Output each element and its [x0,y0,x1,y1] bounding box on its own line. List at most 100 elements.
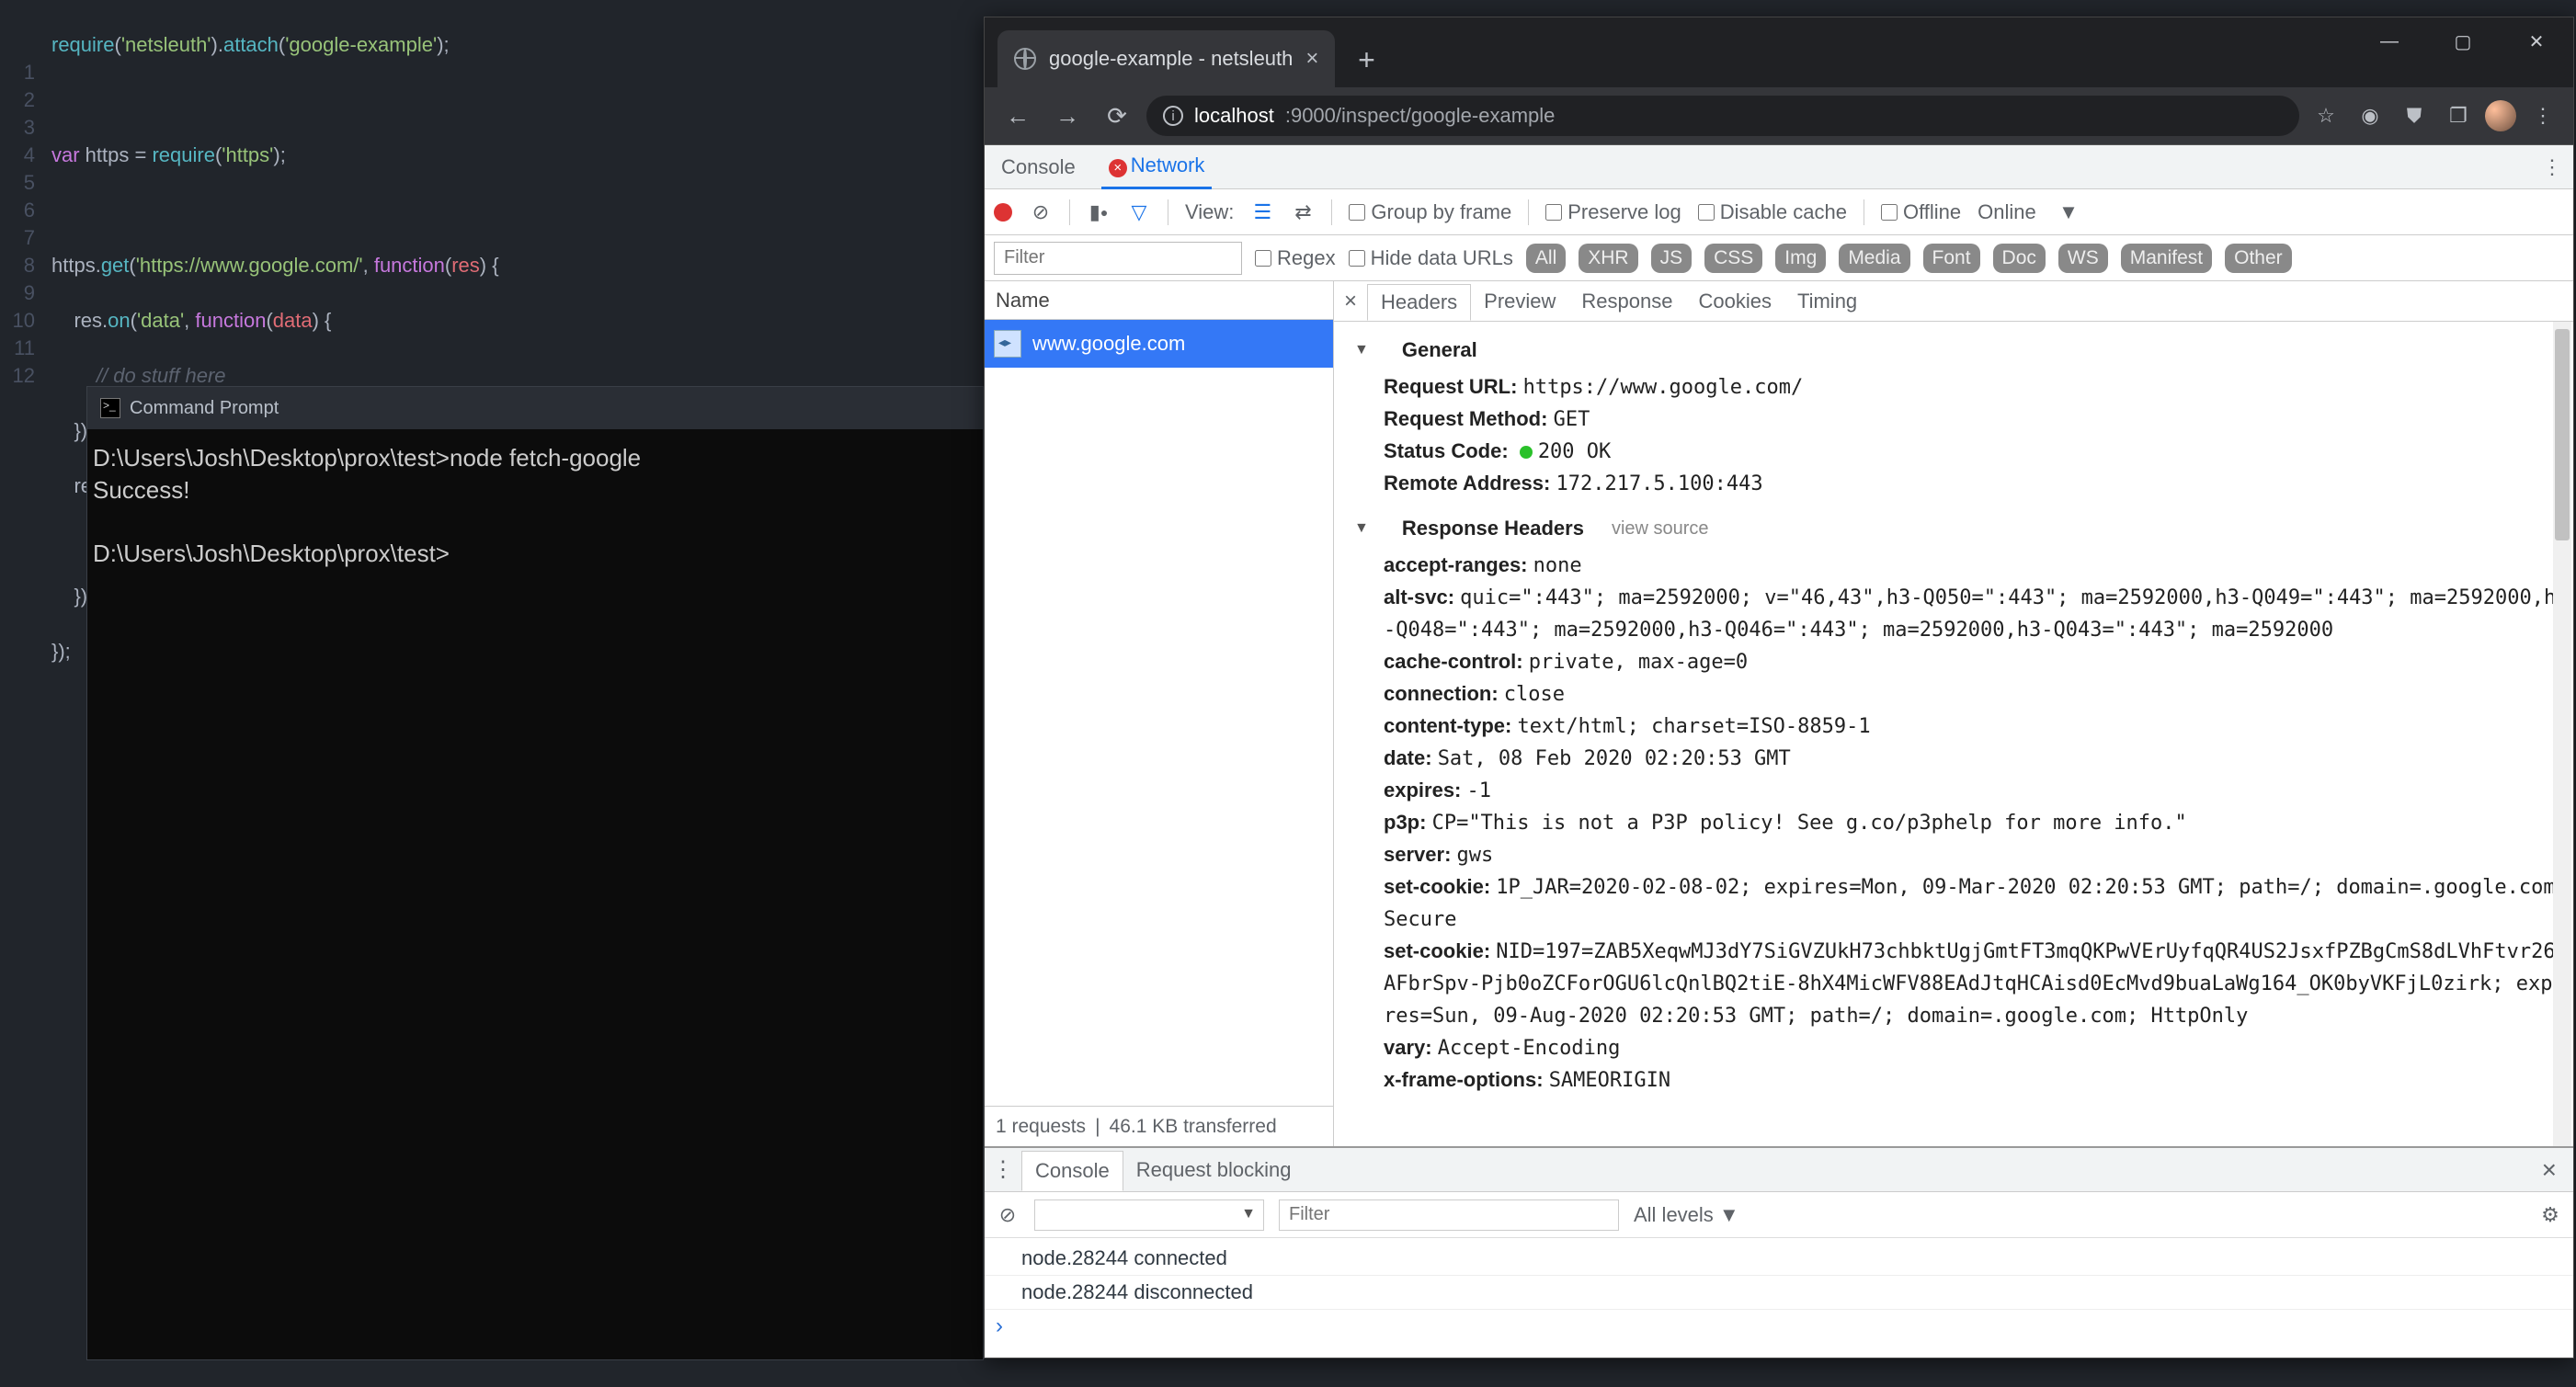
extension-icon-3[interactable]: ❐ [2441,98,2476,133]
drawer-menu-icon[interactable]: ⋮ [985,1156,1021,1183]
close-detail-button[interactable]: × [1334,289,1367,314]
request-row[interactable]: www.google.com [985,320,1333,368]
view-waterfall-icon[interactable]: ⇄ [1291,200,1315,224]
url-host: localhost [1194,104,1274,128]
network-status: 1 requests | 46.1 KB transferred [985,1106,1333,1146]
new-tab-button[interactable]: + [1348,41,1385,78]
terminal-titlebar[interactable]: Command Prompt [87,387,983,429]
clear-button[interactable]: ⊘ [1029,200,1053,224]
filter-type-media[interactable]: Media [1839,244,1909,273]
extension-icon-1[interactable]: ◉ [2353,98,2388,133]
drawer-toolbar: ⊘ All levels ▼ ⚙ [985,1192,2573,1238]
browser-titlebar: google-example - netsleuth × + — ▢ ✕ [985,17,2573,87]
filter-type-xhr[interactable]: XHR [1579,244,1637,273]
console-drawer: ⋮ Console Request blocking × ⊘ All level… [985,1146,2573,1358]
preserve-log-checkbox[interactable]: Preserve log [1545,200,1681,224]
drawer-close-button[interactable]: × [2525,1155,2573,1185]
camera-icon[interactable]: ▮● [1087,200,1111,224]
terminal-body[interactable]: D:\Users\Josh\Desktop\prox\test>node fet… [87,429,983,583]
hide-data-urls-checkbox[interactable]: Hide data URLs [1349,246,1513,270]
filter-type-other[interactable]: Other [2225,244,2292,273]
request-list: Name www.google.com 1 requests | 46.1 KB… [985,281,1334,1146]
response-headers-section[interactable]: ▼Response Headersview source [1345,513,2573,544]
console-messages: node.28244 connected node.28244 disconne… [985,1238,2573,1358]
throttle-select[interactable]: Online ▼ [1978,200,2079,224]
tab-preview[interactable]: Preview [1471,284,1568,319]
filter-type-css[interactable]: CSS [1704,244,1762,273]
filter-type-img[interactable]: Img [1775,244,1826,273]
close-button[interactable]: ✕ [2500,17,2573,65]
disable-cache-checkbox[interactable]: Disable cache [1698,200,1847,224]
console-settings-icon[interactable]: ⚙ [2538,1203,2562,1227]
view-list-icon[interactable]: ☰ [1250,200,1274,224]
drawer-tab-reqblock[interactable]: Request blocking [1123,1151,1305,1189]
view-source-link[interactable]: view source [1612,513,1709,544]
console-prompt[interactable]: › [985,1310,2573,1343]
clear-console-button[interactable]: ⊘ [996,1203,1020,1227]
maximize-button[interactable]: ▢ [2426,17,2500,65]
profile-avatar[interactable] [2485,100,2516,131]
forward-button[interactable]: → [1047,96,1088,136]
devtools-tabs: Console ×Network ⋮ [985,145,2573,189]
tab-response[interactable]: Response [1568,284,1685,319]
tab-title: google-example - netsleuth [1049,47,1293,71]
detail-tabs: × Headers Preview Response Cookies Timin… [1334,281,2573,322]
extension-icon-2[interactable]: ⛊ [2397,98,2432,133]
drawer-tabs: ⋮ Console Request blocking × [985,1148,2573,1192]
headers-body[interactable]: ▼General Request URL: https://www.google… [1334,322,2573,1146]
filter-type-ws[interactable]: WS [2058,244,2108,273]
filter-icon[interactable]: ▽ [1127,200,1151,224]
request-detail: × Headers Preview Response Cookies Timin… [1334,281,2573,1146]
network-toolbar: ⊘ ▮● ▽ View: ☰ ⇄ Group by frame Preserve… [985,189,2573,235]
request-url: www.google.com [1032,332,1185,356]
general-section[interactable]: ▼General [1345,335,2573,366]
filter-type-manifest[interactable]: Manifest [2121,244,2212,273]
tab-close-icon[interactable]: × [1305,46,1318,72]
scrollbar[interactable] [2553,322,2571,1146]
filter-toolbar: Regex Hide data URLs All XHR JS CSS Img … [985,235,2573,281]
code-body[interactable]: require('netsleuth').attach('google-exam… [51,0,984,377]
document-icon [994,330,1021,358]
filter-type-all[interactable]: All [1526,244,1566,273]
minimize-button[interactable]: — [2353,17,2426,65]
devtools-menu-icon[interactable]: ⋮ [2540,155,2564,179]
view-label: View: [1185,200,1234,224]
network-body: Name www.google.com 1 requests | 46.1 KB… [985,281,2573,1146]
name-column-header[interactable]: Name [985,281,1333,320]
group-by-frame-checkbox[interactable]: Group by frame [1349,200,1511,224]
tab-console[interactable]: Console [994,146,1083,188]
context-select[interactable] [1034,1199,1264,1231]
back-button[interactable]: ← [997,96,1038,136]
terminal-icon [100,398,120,418]
browser-window: google-example - netsleuth × + — ▢ ✕ ← →… [984,17,2574,1359]
filter-input[interactable] [994,242,1242,275]
tab-headers[interactable]: Headers [1367,284,1471,321]
terminal-title: Command Prompt [130,398,279,419]
url-rest: :9000/inspect/google-example [1285,104,1556,128]
address-bar[interactable]: i localhost :9000/inspect/google-example [1146,96,2299,136]
offline-checkbox[interactable]: Offline [1881,200,1961,224]
browser-tab[interactable]: google-example - netsleuth × [997,30,1335,87]
menu-icon[interactable]: ⋮ [2525,98,2560,133]
site-info-icon[interactable]: i [1163,106,1183,126]
filter-type-font[interactable]: Font [1923,244,1980,273]
tab-network[interactable]: ×Network [1101,144,1213,189]
status-dot-icon [1520,446,1533,459]
filter-type-js[interactable]: JS [1651,244,1693,273]
error-icon: × [1109,159,1127,177]
console-message[interactable]: node.28244 connected [985,1242,2573,1276]
globe-icon [1014,48,1036,70]
filter-type-doc[interactable]: Doc [1993,244,2046,273]
regex-checkbox[interactable]: Regex [1255,246,1336,270]
tab-cookies[interactable]: Cookies [1685,284,1784,319]
console-filter-input[interactable] [1279,1199,1619,1231]
console-message[interactable]: node.28244 disconnected [985,1276,2573,1310]
drawer-tab-console[interactable]: Console [1021,1151,1123,1191]
tab-timing[interactable]: Timing [1784,284,1870,319]
record-button[interactable] [994,203,1012,222]
address-row: ← → ⟳ i localhost :9000/inspect/google-ex… [985,87,2573,144]
reload-button[interactable]: ⟳ [1097,96,1137,136]
star-icon[interactable]: ☆ [2308,98,2343,133]
gutter: 123456789101112 [0,0,51,377]
log-levels-select[interactable]: All levels ▼ [1634,1203,1739,1227]
